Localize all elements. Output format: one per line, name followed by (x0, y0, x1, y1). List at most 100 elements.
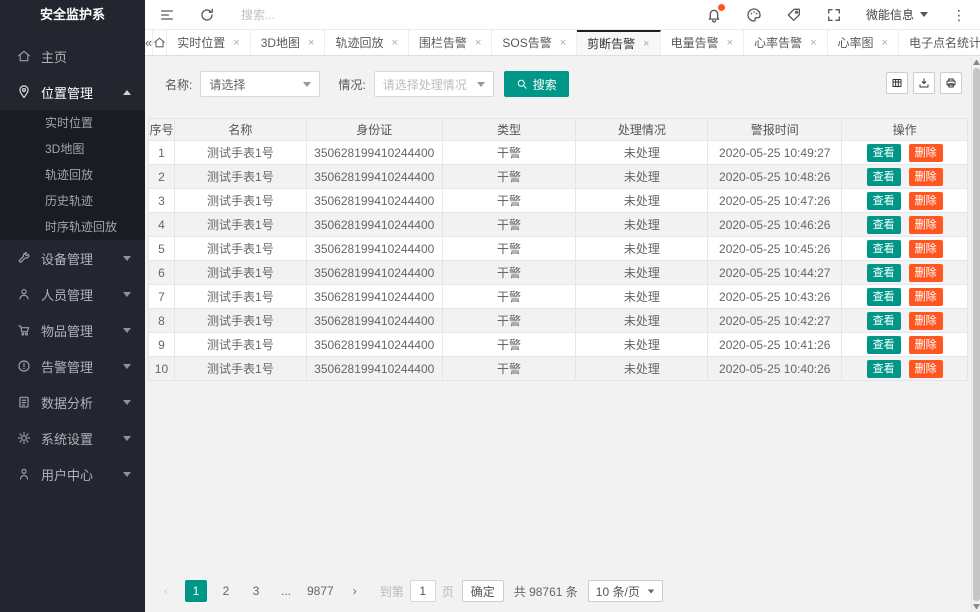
delete-button[interactable]: 删除 (909, 240, 943, 258)
sidebar-item-system-settings[interactable]: 系统设置 (0, 420, 145, 456)
more-options-icon[interactable]: ⋮ (952, 7, 966, 23)
submenu-item-time-track-playback[interactable]: 时序轨迹回放 (0, 214, 145, 240)
name-filter-select[interactable]: 请选择 (200, 71, 320, 97)
search-button[interactable]: 搜索 (504, 71, 569, 97)
close-icon[interactable]: × (391, 37, 397, 49)
next-page-button[interactable]: › (344, 580, 366, 602)
sidebar-item-label: 设备管理 (41, 249, 93, 268)
search-input[interactable] (241, 8, 381, 22)
submenu-item-3d-map[interactable]: 3D地图 (0, 136, 145, 162)
sidebar-item-personnel-management[interactable]: 人员管理 (0, 276, 145, 312)
home-tab-icon[interactable] (153, 30, 167, 55)
chevron-down-icon (123, 256, 131, 261)
view-button[interactable]: 查看 (867, 192, 901, 210)
view-button[interactable]: 查看 (867, 168, 901, 186)
status-filter-label: 情况: (338, 76, 365, 93)
tab-battery-alarm[interactable]: 电量告警× (661, 30, 744, 55)
close-icon[interactable]: × (727, 37, 733, 49)
view-button[interactable]: 查看 (867, 216, 901, 234)
status-filter-select[interactable]: 请选择处理情况 (374, 71, 494, 97)
wrench-icon (17, 251, 31, 265)
tab-sos-alarm[interactable]: SOS告警× (492, 30, 577, 55)
scrollbar-thumb[interactable] (973, 68, 980, 601)
sidebar-item-home[interactable]: 主页 (0, 38, 145, 74)
filter-columns-button[interactable] (886, 72, 908, 94)
col-header-time: 警报时间 (708, 119, 842, 141)
close-icon[interactable]: × (882, 37, 888, 49)
view-button[interactable]: 查看 (867, 240, 901, 258)
total-count-label: 共 98761 条 (514, 583, 578, 600)
org-dropdown[interactable]: 微能信息 (866, 6, 928, 23)
search-icon (516, 78, 528, 90)
submenu-item-track-playback[interactable]: 轨迹回放 (0, 162, 145, 188)
pagination: ‹ 1 2 3 ... 9877 › 到第 页 确定 共 98761 条 10 … (155, 580, 663, 602)
tab-heartrate-chart[interactable]: 心率图× (828, 30, 899, 55)
tab-rollcall-chart[interactable]: 电子点名统计图× (899, 30, 980, 55)
fullscreen-icon[interactable] (826, 7, 842, 23)
view-button[interactable]: 查看 (867, 288, 901, 306)
view-button[interactable]: 查看 (867, 360, 901, 378)
notification-bell-icon[interactable] (706, 7, 722, 23)
page-button-1[interactable]: 1 (185, 580, 207, 602)
close-icon[interactable]: × (560, 37, 566, 49)
tab-realtime-location[interactable]: 实时位置× (167, 30, 250, 55)
sidebar-item-user-center[interactable]: 用户中心 (0, 456, 145, 492)
delete-button[interactable]: 删除 (909, 336, 943, 354)
chevron-down-icon (123, 364, 131, 369)
sidebar-item-data-analysis[interactable]: 数据分析 (0, 384, 145, 420)
chevron-down-icon (123, 400, 131, 405)
delete-button[interactable]: 删除 (909, 192, 943, 210)
close-icon[interactable]: × (308, 37, 314, 49)
chevron-down-icon (123, 328, 131, 333)
app-title: 安全监护系 (0, 0, 145, 30)
tab-3d-map[interactable]: 3D地图× (251, 30, 326, 55)
tab-fence-alarm[interactable]: 围栏告警× (409, 30, 492, 55)
view-button[interactable]: 查看 (867, 264, 901, 282)
delete-button[interactable]: 删除 (909, 168, 943, 186)
table-toolbar (886, 72, 962, 94)
sidebar-item-label: 系统设置 (41, 429, 93, 448)
export-button[interactable] (913, 72, 935, 94)
sidebar-item-location-management[interactable]: 位置管理 (0, 74, 145, 110)
close-icon[interactable]: × (475, 37, 481, 49)
delete-button[interactable]: 删除 (909, 312, 943, 330)
tag-icon[interactable] (786, 7, 802, 23)
vertical-scrollbar[interactable] (971, 57, 980, 612)
submenu-item-realtime-location[interactable]: 实时位置 (0, 110, 145, 136)
tab-track-playback[interactable]: 轨迹回放× (325, 30, 408, 55)
page-size-select[interactable]: 10 条/页 (588, 580, 663, 602)
delete-button[interactable]: 删除 (909, 216, 943, 234)
view-button[interactable]: 查看 (867, 336, 901, 354)
sidebar-item-alarm-management[interactable]: 告警管理 (0, 348, 145, 384)
close-icon[interactable]: × (643, 38, 649, 50)
scroll-down-arrow-icon[interactable] (973, 604, 980, 609)
view-button[interactable]: 查看 (867, 144, 901, 162)
close-icon[interactable]: × (810, 37, 816, 49)
col-header-actions: 操作 (842, 119, 968, 141)
theme-palette-icon[interactable] (746, 7, 762, 23)
delete-button[interactable]: 删除 (909, 360, 943, 378)
delete-button[interactable]: 删除 (909, 288, 943, 306)
refresh-icon[interactable] (199, 7, 215, 23)
page-button-last[interactable]: 9877 (305, 580, 336, 602)
tab-cut-alarm-active[interactable]: 剪断告警× (577, 30, 660, 55)
tab-heartrate-alarm[interactable]: 心率告警× (744, 30, 827, 55)
scroll-up-arrow-icon[interactable] (973, 60, 980, 65)
sidebar-item-device-management[interactable]: 设备管理 (0, 240, 145, 276)
delete-button[interactable]: 删除 (909, 264, 943, 282)
export-icon (918, 77, 930, 89)
goto-confirm-button[interactable]: 确定 (462, 580, 504, 602)
tabs-scroll-left-button[interactable]: « (145, 30, 153, 55)
menu-fold-icon[interactable] (159, 7, 175, 23)
page-button-3[interactable]: 3 (245, 580, 267, 602)
submenu-item-history-track[interactable]: 历史轨迹 (0, 188, 145, 214)
page-button-2[interactable]: 2 (215, 580, 237, 602)
delete-button[interactable]: 删除 (909, 144, 943, 162)
chevron-down-icon (123, 436, 131, 441)
close-icon[interactable]: × (233, 37, 239, 49)
print-button[interactable] (940, 72, 962, 94)
view-button[interactable]: 查看 (867, 312, 901, 330)
sidebar-item-item-management[interactable]: 物品管理 (0, 312, 145, 348)
col-header-type: 类型 (443, 119, 577, 141)
goto-page-input[interactable] (410, 580, 436, 602)
